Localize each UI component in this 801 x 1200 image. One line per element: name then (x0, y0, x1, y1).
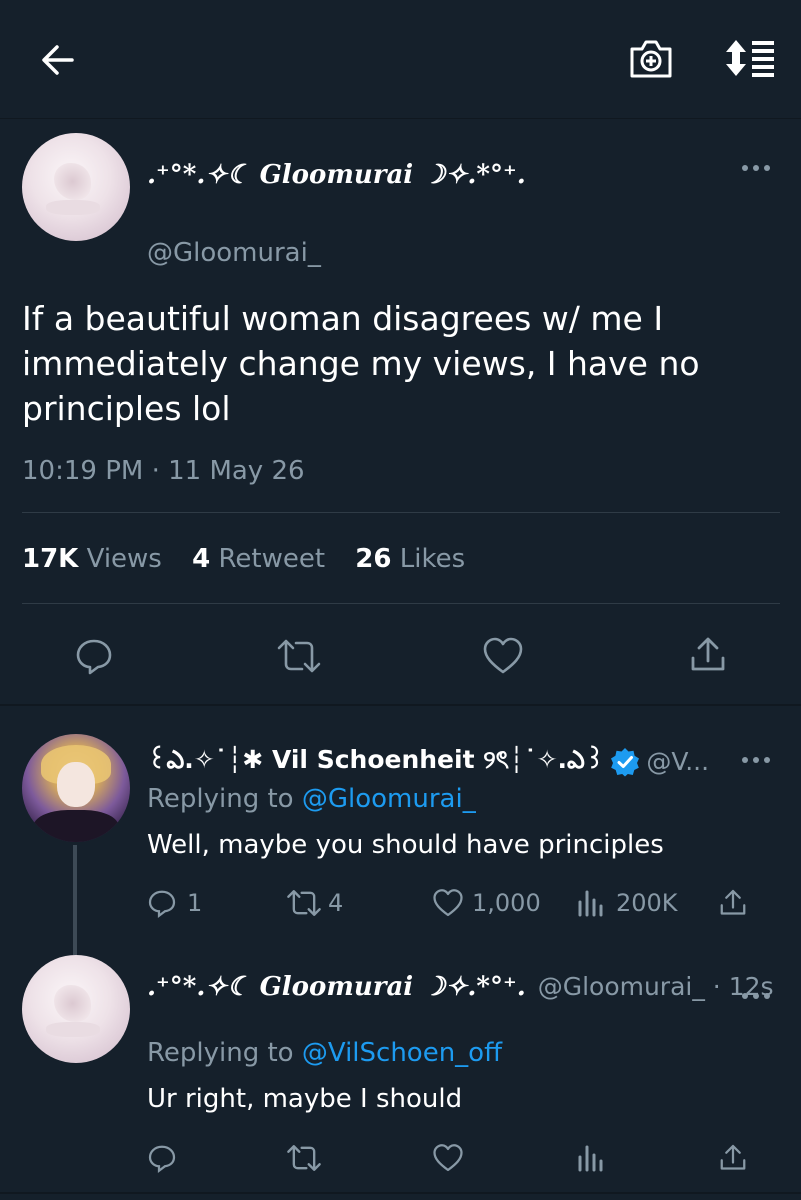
main-tweet-display-name[interactable]: .⁺°*.✧☾ Gloomurai ☽✧.*°⁺. (147, 160, 526, 190)
views-label: Views (86, 544, 162, 574)
share-icon[interactable] (688, 636, 728, 674)
reply-handle-time[interactable]: @Gloomurai_ · 12s (538, 972, 774, 1001)
reply-handle[interactable]: @V... (646, 747, 709, 776)
retweet-action[interactable] (286, 1143, 322, 1173)
more-horizontal-icon[interactable] (740, 160, 772, 176)
views-action[interactable]: 200K (576, 888, 678, 918)
views-count: 17K (22, 544, 79, 574)
main-tweet-handle[interactable]: @Gloomurai_ (147, 238, 321, 268)
like-icon[interactable] (482, 636, 524, 676)
tweet-text-line: principles lol (22, 389, 231, 428)
stats-row: 17K Views 4 Retweet 26 Likes (22, 544, 465, 574)
like-action[interactable]: 1,000 (432, 888, 541, 918)
verified-badge-icon (610, 747, 640, 777)
reply-header: ꒰ఎ.✧˙┆✱ Vil Schoenheit ୨ৎ┆˙✧.ఎ꒱ @V... (147, 740, 709, 783)
reply-display-name[interactable]: .⁺°*.✧☾ Gloomurai ☽✧.*°⁺. (147, 972, 526, 1002)
retweet-stat[interactable]: 4 Retweet (192, 544, 333, 574)
arrow-left-icon[interactable] (38, 40, 78, 80)
retweet-count: 4 (192, 544, 211, 574)
replying-to-handle[interactable]: @VilSchoen_off (302, 1038, 502, 1068)
retweet-count: 4 (328, 889, 344, 917)
retweet-action[interactable]: 4 (286, 888, 343, 918)
replying-to: Replying to @VilSchoen_off (147, 1038, 502, 1068)
avatar[interactable] (22, 133, 130, 241)
top-bar (0, 0, 801, 119)
replying-to-label: Replying to (147, 1038, 294, 1068)
share-action[interactable] (718, 888, 748, 918)
replying-to-handle[interactable]: @Gloomurai_ (302, 784, 476, 814)
reply-action[interactable] (147, 1143, 177, 1173)
like-count: 1,000 (472, 889, 541, 917)
likes-count: 26 (355, 544, 392, 574)
reply-icon[interactable] (74, 636, 114, 676)
replying-to-label: Replying to (147, 784, 294, 814)
likes-stat[interactable]: 26 Likes (355, 544, 465, 574)
views-stat[interactable]: 17K Views (22, 544, 170, 574)
divider (0, 704, 801, 706)
divider (22, 512, 780, 513)
view-count: 200K (616, 889, 678, 917)
avatar[interactable] (22, 955, 130, 1063)
reply-display-name[interactable]: ꒰ఎ.✧˙┆✱ Vil Schoenheit ୨ৎ┆˙✧.ఎ꒱ (147, 740, 604, 783)
tweet-text-line: If a beautiful woman disagrees w/ me I (22, 299, 664, 338)
reply-count: 1 (187, 889, 203, 917)
divider (22, 603, 780, 604)
divider (0, 1192, 801, 1194)
tweet-timestamp: 10:19 PM · 11 May 26 (22, 456, 305, 486)
share-action[interactable] (718, 1143, 748, 1173)
tweet-text-line: immediately change my views, I have no (22, 344, 700, 383)
like-action[interactable] (432, 1143, 464, 1173)
reply-header: .⁺°*.✧☾ Gloomurai ☽✧.*°⁺. @Gloomurai_ · … (147, 972, 774, 1002)
tweet-text: If a beautiful woman disagrees w/ me I i… (22, 296, 700, 431)
likes-label: Likes (399, 544, 466, 574)
retweet-icon[interactable] (276, 638, 322, 674)
reply-action[interactable]: 1 (147, 888, 202, 918)
more-horizontal-icon[interactable] (740, 988, 772, 1004)
views-action[interactable] (576, 1143, 606, 1173)
thread-line (73, 845, 77, 955)
reply-text: Ur right, maybe I should (147, 1084, 463, 1114)
avatar[interactable] (22, 734, 130, 842)
camera-plus-icon[interactable] (628, 38, 674, 80)
reply-text: Well, maybe you should have principles (147, 830, 664, 860)
retweet-label: Retweet (218, 544, 326, 574)
more-horizontal-icon[interactable] (740, 752, 772, 768)
replying-to: Replying to @Gloomurai_ (147, 784, 476, 814)
sort-list-icon[interactable] (724, 38, 776, 78)
